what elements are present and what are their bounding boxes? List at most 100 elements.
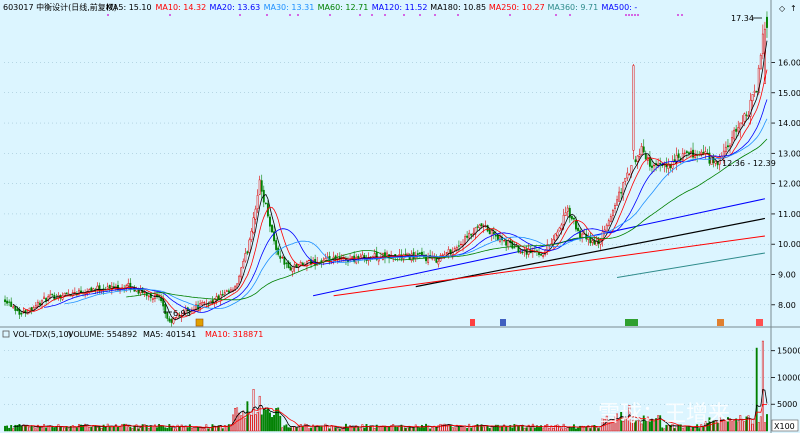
volume-bar bbox=[158, 424, 161, 432]
candle-body bbox=[607, 220, 610, 226]
event-marker[interactable] bbox=[195, 318, 204, 327]
volume-bar bbox=[166, 428, 169, 432]
candle-body bbox=[4, 299, 6, 303]
volume-bar bbox=[533, 427, 536, 432]
candle-body bbox=[476, 226, 479, 228]
candle-body bbox=[285, 262, 288, 264]
candle-body bbox=[677, 153, 680, 158]
volume-bar bbox=[308, 428, 310, 432]
candle-body bbox=[404, 253, 407, 255]
candle-body bbox=[127, 283, 130, 287]
candle-body bbox=[659, 162, 662, 165]
candle-body bbox=[542, 255, 545, 257]
candle-body bbox=[289, 266, 292, 271]
candle-body bbox=[496, 234, 499, 241]
candle-body bbox=[564, 212, 567, 216]
signal-dot bbox=[384, 14, 386, 16]
volume-bar bbox=[287, 427, 290, 432]
candle-body bbox=[65, 292, 68, 295]
event-marker[interactable] bbox=[756, 319, 763, 326]
candle-body bbox=[441, 254, 444, 256]
volume-bar bbox=[201, 428, 204, 432]
volume-bar bbox=[755, 347, 758, 432]
candle-body bbox=[733, 129, 736, 140]
candle-body bbox=[737, 127, 740, 132]
candle-body bbox=[492, 232, 495, 235]
signal-dot bbox=[359, 14, 361, 16]
candle-body bbox=[256, 195, 259, 209]
candle-body bbox=[651, 165, 653, 168]
candle-body bbox=[570, 215, 573, 220]
volume-bar bbox=[45, 427, 48, 432]
volume-bar bbox=[661, 427, 664, 432]
candle-body bbox=[494, 234, 497, 237]
signal-dot bbox=[555, 14, 557, 16]
volume-bar bbox=[61, 426, 64, 432]
candle-body bbox=[8, 301, 11, 303]
volume-bar bbox=[266, 408, 269, 432]
volume-bar bbox=[283, 425, 286, 432]
volume-bar bbox=[394, 425, 397, 432]
event-marker[interactable] bbox=[625, 319, 638, 326]
volume-ma5: MA5: 401541 bbox=[143, 330, 196, 339]
candle-body bbox=[683, 152, 686, 154]
event-marker[interactable] bbox=[470, 319, 475, 326]
candle-body bbox=[203, 302, 206, 304]
volume-bar bbox=[285, 424, 288, 432]
price-tick-label: 8.00 bbox=[778, 301, 796, 310]
volume-bar bbox=[104, 426, 107, 432]
volume-bar bbox=[377, 426, 380, 432]
candle-body bbox=[147, 295, 150, 298]
price-tick-label: 10.00 bbox=[778, 240, 800, 249]
candle-body bbox=[466, 235, 469, 238]
volume-bar bbox=[538, 427, 540, 432]
volume-bar bbox=[112, 426, 115, 432]
volume-bar bbox=[78, 424, 80, 432]
candle-body bbox=[355, 257, 358, 264]
candle-body bbox=[609, 216, 612, 222]
candle-body bbox=[271, 224, 273, 233]
candle-body bbox=[581, 233, 584, 238]
ma-legend: MA5: 15.10 MA10: 14.32 MA20: 13.63 MA30: 13… bbox=[106, 3, 637, 12]
volume-bar bbox=[182, 426, 185, 432]
volume-bar bbox=[190, 427, 193, 432]
candle-body bbox=[10, 301, 13, 307]
volume-bar bbox=[117, 427, 119, 432]
volume-bar bbox=[162, 425, 165, 432]
arrow-up-icon[interactable]: ↑ bbox=[790, 4, 797, 13]
volume-bar bbox=[359, 428, 362, 432]
candle-body bbox=[739, 122, 742, 130]
volume-bar bbox=[110, 426, 113, 432]
candle-body bbox=[447, 249, 450, 254]
volume-bar bbox=[275, 408, 278, 432]
volume-bar bbox=[753, 418, 756, 432]
candle-body bbox=[301, 262, 304, 265]
price-tick-label: 14.00 bbox=[778, 119, 800, 128]
volume-bar bbox=[273, 415, 276, 432]
volume-bar bbox=[269, 412, 271, 432]
candle-body bbox=[562, 214, 565, 225]
volume-bar bbox=[10, 425, 13, 432]
volume-bar bbox=[303, 423, 306, 432]
volume-bar bbox=[425, 423, 427, 432]
volume-bar bbox=[513, 424, 516, 432]
volume-bar bbox=[577, 427, 579, 432]
event-marker[interactable] bbox=[717, 319, 724, 326]
volume-bar bbox=[20, 426, 23, 432]
candle-body bbox=[470, 233, 473, 236]
volume-bar bbox=[523, 427, 526, 432]
candle-body bbox=[558, 227, 561, 232]
volume-bar bbox=[322, 425, 325, 432]
volume-bar bbox=[96, 427, 99, 432]
candle-body bbox=[572, 217, 575, 220]
volume-bar bbox=[562, 423, 565, 432]
volume-bar bbox=[4, 425, 6, 432]
diamond-icon[interactable]: ◇ bbox=[779, 4, 786, 13]
volume-bar bbox=[404, 427, 407, 432]
event-marker[interactable] bbox=[500, 319, 506, 326]
candle-body bbox=[250, 230, 253, 240]
candle-body bbox=[264, 202, 267, 205]
candle-body bbox=[6, 300, 9, 304]
volume-bar bbox=[176, 424, 179, 432]
volume-bar bbox=[556, 424, 559, 432]
